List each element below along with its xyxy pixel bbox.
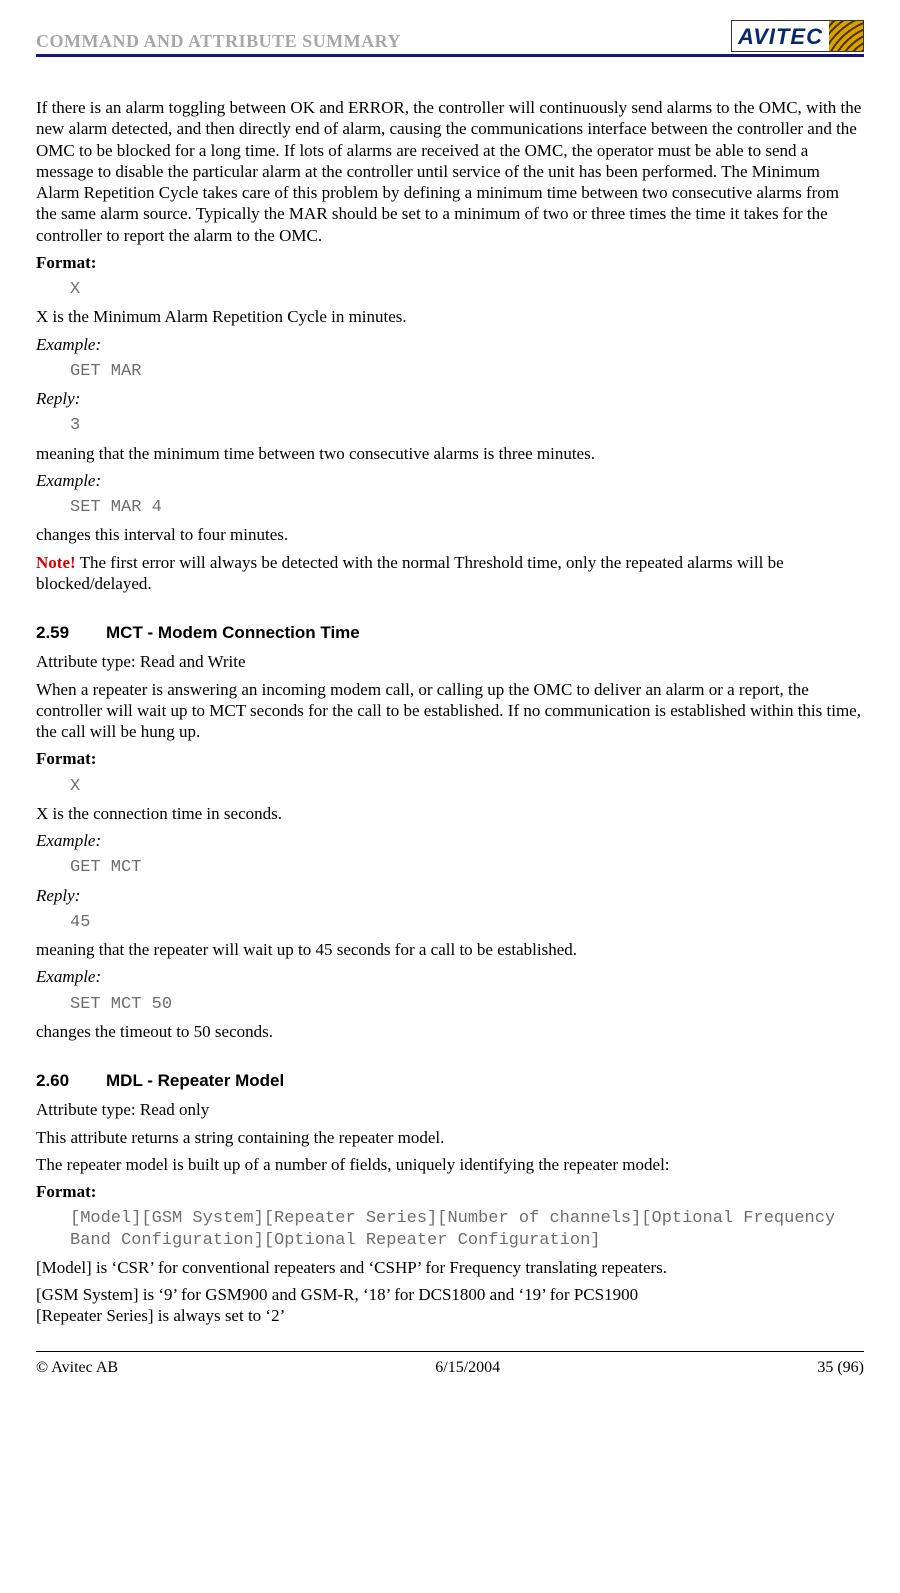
format-value: X xyxy=(70,279,864,300)
reply-label: Reply: xyxy=(36,885,864,906)
example-command: GET MAR xyxy=(70,361,864,382)
example-explanation: changes the timeout to 50 seconds. xyxy=(36,1021,864,1042)
reply-explanation: meaning that the repeater will wait up t… xyxy=(36,939,864,960)
reply-value: 45 xyxy=(70,912,864,933)
note-text: The first error will always be detected … xyxy=(36,553,784,593)
series-field-explanation: [Repeater Series] is always set to ‘2’ xyxy=(36,1305,864,1326)
brand-logo: AVITEC xyxy=(731,20,864,52)
example-command: SET MAR 4 xyxy=(70,497,864,518)
footer-page-number: 35 (96) xyxy=(817,1358,864,1378)
format-value: [Model][GSM System][Repeater Series][Num… xyxy=(70,1208,864,1251)
note-label: Note! xyxy=(36,553,76,572)
reply-explanation: meaning that the minimum time between tw… xyxy=(36,443,864,464)
section-title: MDL - Repeater Model xyxy=(106,1071,284,1090)
attribute-type: Attribute type: Read and Write xyxy=(36,651,864,672)
format-explanation: X is the connection time in seconds. xyxy=(36,803,864,824)
header-divider xyxy=(36,54,864,57)
format-label: Format: xyxy=(36,252,864,273)
section-description: This attribute returns a string containi… xyxy=(36,1127,864,1148)
attribute-type: Attribute type: Read only xyxy=(36,1099,864,1120)
example-command: GET MCT xyxy=(70,857,864,878)
format-label: Format: xyxy=(36,748,864,769)
section-number: 2.59 xyxy=(36,622,106,643)
footer-divider xyxy=(36,1351,864,1352)
format-label: Format: xyxy=(36,1181,864,1202)
reply-value: 3 xyxy=(70,415,864,436)
section-number: 2.60 xyxy=(36,1070,106,1091)
reply-label: Reply: xyxy=(36,388,864,409)
section-description: The repeater model is built up of a numb… xyxy=(36,1154,864,1175)
footer-copyright: © Avitec AB xyxy=(36,1358,118,1378)
brand-logo-text: AVITEC xyxy=(732,21,829,51)
section-heading-mdl: 2.60MDL - Repeater Model xyxy=(36,1070,864,1091)
section-description: When a repeater is answering an incoming… xyxy=(36,679,864,743)
example-command: SET MCT 50 xyxy=(70,994,864,1015)
model-field-explanation: [Model] is ‘CSR’ for conventional repeat… xyxy=(36,1257,864,1278)
page-header-title: COMMAND AND ATTRIBUTE SUMMARY xyxy=(36,30,401,53)
example-label: Example: xyxy=(36,966,864,987)
example-label: Example: xyxy=(36,470,864,491)
note-paragraph: Note! The first error will always be det… xyxy=(36,552,864,595)
footer-date: 6/15/2004 xyxy=(435,1358,500,1378)
format-explanation: X is the Minimum Alarm Repetition Cycle … xyxy=(36,306,864,327)
example-label: Example: xyxy=(36,334,864,355)
brand-logo-icon xyxy=(829,21,863,51)
gsm-field-explanation: [GSM System] is ‘9’ for GSM900 and GSM-R… xyxy=(36,1284,864,1305)
example-label: Example: xyxy=(36,830,864,851)
intro-paragraph: If there is an alarm toggling between OK… xyxy=(36,97,864,246)
section-title: MCT - Modem Connection Time xyxy=(106,623,360,642)
format-value: X xyxy=(70,776,864,797)
section-heading-mct: 2.59MCT - Modem Connection Time xyxy=(36,622,864,643)
example-explanation: changes this interval to four minutes. xyxy=(36,524,864,545)
